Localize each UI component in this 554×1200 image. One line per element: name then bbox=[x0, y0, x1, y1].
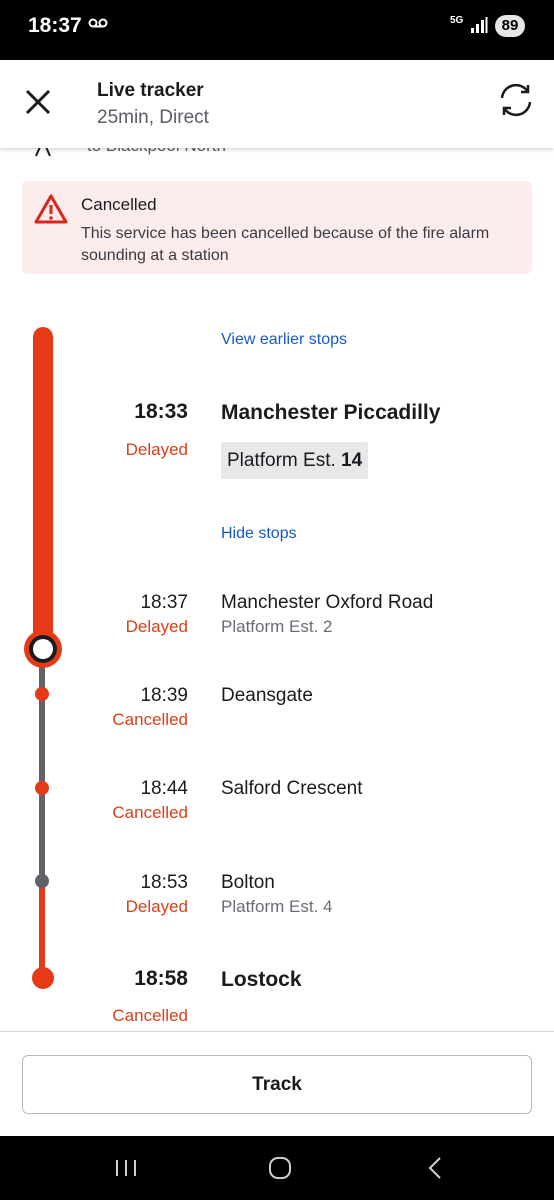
stop-marker bbox=[35, 781, 49, 795]
stop-time: 18:39 bbox=[140, 685, 188, 706]
stop-time: 18:37 bbox=[140, 592, 188, 613]
stop-platform: Platform Est. 2 bbox=[221, 617, 333, 636]
stop-station: Deansgate bbox=[221, 685, 313, 706]
destination-time: 18:58 bbox=[134, 967, 188, 990]
platform-number: 14 bbox=[341, 450, 363, 471]
stop-status: Delayed bbox=[125, 617, 188, 636]
stop-station: Salford Crescent bbox=[221, 778, 363, 799]
current-position-marker bbox=[24, 630, 62, 668]
home-icon[interactable] bbox=[268, 1156, 292, 1180]
battery-indicator: 89 bbox=[495, 15, 525, 37]
origin-time: 18:33 bbox=[134, 400, 188, 423]
signal-icon bbox=[471, 17, 488, 33]
recents-icon[interactable] bbox=[114, 1158, 138, 1178]
cancellation-alert: Cancelled This service has been cancelle… bbox=[22, 181, 532, 274]
stop-marker bbox=[35, 874, 49, 888]
destination-status: Cancelled bbox=[112, 1006, 188, 1025]
stop-time: 18:53 bbox=[140, 872, 188, 893]
origin-status: Delayed bbox=[125, 440, 188, 459]
divider bbox=[0, 1031, 554, 1032]
page-subtitle: 25min, Direct bbox=[97, 107, 209, 128]
warning-icon bbox=[34, 194, 68, 224]
voicemail-icon bbox=[88, 18, 108, 28]
back-icon[interactable] bbox=[426, 1156, 444, 1180]
stop-station: Bolton bbox=[221, 872, 275, 893]
destination-marker bbox=[32, 967, 54, 989]
timeline-final-segment bbox=[39, 880, 45, 975]
view-earlier-stops-link[interactable]: View earlier stops bbox=[221, 331, 347, 349]
page-title: Live tracker bbox=[97, 80, 204, 101]
origin-station: Manchester Piccadilly bbox=[221, 401, 441, 424]
refresh-icon[interactable] bbox=[494, 78, 538, 122]
stop-status: Delayed bbox=[125, 897, 188, 916]
alert-message: This service has been cancelled because … bbox=[81, 225, 490, 264]
status-bar: 18:37 5G 89 bbox=[0, 0, 554, 60]
alert-title: Cancelled bbox=[81, 195, 157, 214]
stop-marker bbox=[35, 687, 49, 701]
track-button[interactable]: Track bbox=[22, 1055, 532, 1114]
network-type: 5G bbox=[450, 15, 464, 26]
stop-station: Manchester Oxford Road bbox=[221, 592, 434, 613]
destination-station: Lostock bbox=[221, 968, 302, 991]
app-header: Live tracker 25min, Direct bbox=[0, 60, 554, 148]
stop-status: Cancelled bbox=[112, 710, 188, 729]
stop-status: Cancelled bbox=[112, 803, 188, 822]
status-time: 18:37 bbox=[28, 14, 82, 37]
stop-platform: Platform Est. 4 bbox=[221, 897, 333, 916]
system-nav-bar bbox=[0, 1136, 554, 1200]
stop-time: 18:44 bbox=[140, 778, 188, 799]
origin-platform-chip: Platform Est. 14 bbox=[221, 442, 369, 479]
close-icon[interactable] bbox=[18, 82, 58, 122]
hide-stops-link[interactable]: Hide stops bbox=[221, 525, 297, 543]
platform-label: Platform Est. bbox=[227, 450, 342, 471]
timeline-travelled bbox=[33, 327, 53, 647]
